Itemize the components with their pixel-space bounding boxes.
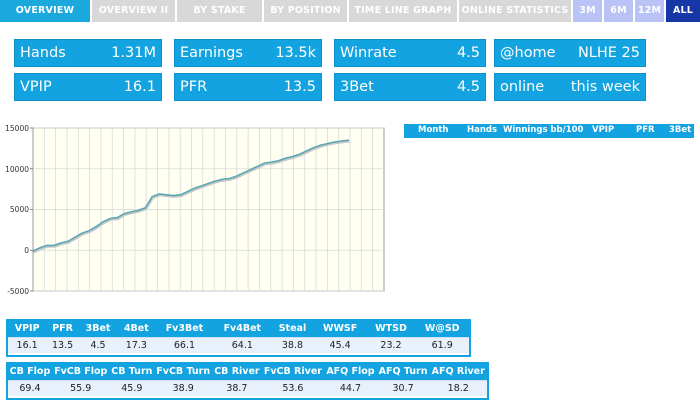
- card-earnings-value: 13.5k: [275, 45, 316, 61]
- stats-table-2-header-row: CB Flop FvCB Flop CB Turn FvCB Turn CB R…: [8, 364, 487, 380]
- stat-header: CB Turn: [109, 364, 155, 380]
- card-pfr: PFR 13.5: [174, 73, 322, 101]
- card-vpip: VPIP 16.1: [14, 73, 162, 101]
- stat-value: 38.7: [212, 379, 262, 396]
- card-home-value: NLHE 25: [577, 45, 640, 61]
- stat-header: Fv4Bet: [213, 321, 272, 337]
- stat-value: 45.4: [313, 336, 367, 353]
- stat-value: 53.6: [261, 379, 325, 396]
- stat-header: Fv3Bet: [155, 321, 214, 337]
- stat-value: 16.1: [8, 336, 47, 353]
- stat-value: 38.9: [154, 379, 213, 396]
- stat-header: WWSF: [313, 321, 367, 337]
- stat-value: 55.9: [51, 379, 110, 396]
- stat-value: 66.1: [155, 336, 214, 353]
- card-3bet-label: 3Bet: [340, 79, 374, 95]
- card-online-label: online: [500, 79, 545, 95]
- stat-value: 17.3: [117, 336, 156, 353]
- card-hands: Hands 1.31M: [14, 39, 162, 67]
- stat-header: FvCB Turn: [154, 364, 213, 380]
- y-tick-label: 15000: [5, 124, 29, 133]
- card-3bet: 3Bet 4.5: [334, 73, 486, 101]
- month-col-hands: Hands: [467, 125, 498, 135]
- card-winrate: Winrate 4.5: [334, 39, 486, 67]
- stat-value: 30.7: [376, 379, 430, 396]
- stat-header: CB River: [212, 364, 262, 380]
- stats-table-2: CB Flop FvCB Flop CB Turn FvCB Turn CB R…: [6, 362, 489, 400]
- stat-value: 64.1: [213, 336, 272, 353]
- stat-value: 61.9: [415, 336, 469, 353]
- period-12m-button[interactable]: 12M: [635, 0, 666, 22]
- tab-time-line-graph[interactable]: TIME LINE GRAPH: [349, 0, 459, 22]
- tab-bar: OVERVIEW OVERVIEW II BY STAKE BY POSITIO…: [0, 0, 700, 22]
- card-3bet-value: 4.5: [456, 79, 480, 95]
- stat-header: W@SD: [415, 321, 469, 337]
- tab-overview[interactable]: OVERVIEW: [0, 0, 92, 22]
- stat-value: 69.4: [8, 379, 52, 396]
- period-3m-button[interactable]: 3M: [573, 0, 604, 22]
- card-pfr-label: PFR: [180, 79, 208, 95]
- month-col-3bet: 3Bet: [669, 125, 692, 135]
- card-earnings-label: Earnings: [180, 45, 243, 61]
- month-col-pfr: PFR: [636, 125, 655, 135]
- stat-value: 4.5: [78, 336, 118, 353]
- stats-table-2-value-row: 69.4 55.9 45.9 38.9 38.7 53.6 44.7 30.7 …: [8, 379, 487, 396]
- stat-header: FvCB River: [261, 364, 325, 380]
- stats-table-1: VPIP PFR 3Bet 4Bet Fv3Bet Fv4Bet Steal W…: [6, 319, 471, 357]
- stat-header: PFR: [46, 321, 79, 337]
- month-col-month: Month: [418, 125, 449, 135]
- stats-table-1-value-row: 16.1 13.5 4.5 17.3 66.1 64.1 38.8 45.4 2…: [8, 336, 469, 353]
- card-home-label: @home: [500, 45, 556, 61]
- tab-by-stake[interactable]: BY STAKE: [177, 0, 264, 22]
- stat-value: 38.8: [271, 336, 314, 353]
- stats-table-2-grid: CB Flop FvCB Flop CB Turn FvCB Turn CB R…: [8, 364, 487, 396]
- app-root: OVERVIEW OVERVIEW II BY STAKE BY POSITIO…: [0, 0, 700, 414]
- stats-table-1-grid: VPIP PFR 3Bet 4Bet Fv3Bet Fv4Bet Steal W…: [8, 321, 469, 353]
- stat-header: Steal: [271, 321, 314, 337]
- stat-value: 18.2: [429, 379, 487, 396]
- period-all-button[interactable]: ALL: [666, 0, 700, 22]
- month-table-header: Month Hands Winnings bb/100 VPIP PFR 3Be…: [404, 124, 694, 138]
- month-col-winnings: Winnings bb/100: [503, 125, 584, 135]
- card-online: online this week: [494, 73, 646, 101]
- card-vpip-label: VPIP: [20, 79, 52, 95]
- stat-value: 44.7: [324, 379, 377, 396]
- stat-header: AFQ River: [429, 364, 487, 380]
- card-earnings: Earnings 13.5k: [174, 39, 322, 67]
- card-vpip-value: 16.1: [123, 79, 156, 95]
- month-col-vpip: VPIP: [592, 125, 615, 135]
- stat-header: CB Flop: [8, 364, 52, 380]
- stats-table-1-header-row: VPIP PFR 3Bet 4Bet Fv3Bet Fv4Bet Steal W…: [8, 321, 469, 337]
- y-tick-label: -5000: [7, 287, 29, 296]
- tab-overview-ii[interactable]: OVERVIEW II: [92, 0, 177, 22]
- stat-header: 4Bet: [117, 321, 156, 337]
- period-6m-button[interactable]: 6M: [604, 0, 635, 22]
- stat-header: FvCB Flop: [51, 364, 110, 380]
- stat-value: 13.5: [46, 336, 79, 353]
- stat-header: AFQ Turn: [376, 364, 430, 380]
- card-online-value: this week: [570, 79, 640, 95]
- y-tick-label: 0: [24, 246, 29, 255]
- stat-value: 23.2: [366, 336, 416, 353]
- stat-header: WTSD: [366, 321, 416, 337]
- stat-header: 3Bet: [78, 321, 118, 337]
- card-hands-label: Hands: [20, 45, 66, 61]
- y-tick-label: 10000: [5, 165, 29, 174]
- card-pfr-value: 13.5: [283, 79, 316, 95]
- tab-by-position[interactable]: BY POSITION: [264, 0, 349, 22]
- y-tick-label: 5000: [10, 205, 29, 214]
- card-winrate-value: 4.5: [456, 45, 480, 61]
- earnings-chart: 15000 10000 5000 0 -5000: [0, 118, 400, 300]
- card-winrate-label: Winrate: [340, 45, 397, 61]
- card-home: @home NLHE 25: [494, 39, 646, 67]
- stat-header: VPIP: [8, 321, 47, 337]
- stat-value: 45.9: [109, 379, 155, 396]
- card-hands-value: 1.31M: [111, 45, 156, 61]
- tab-online-statistics[interactable]: ONLINE STATISTICS: [459, 0, 573, 22]
- stat-header: AFQ Flop: [324, 364, 377, 380]
